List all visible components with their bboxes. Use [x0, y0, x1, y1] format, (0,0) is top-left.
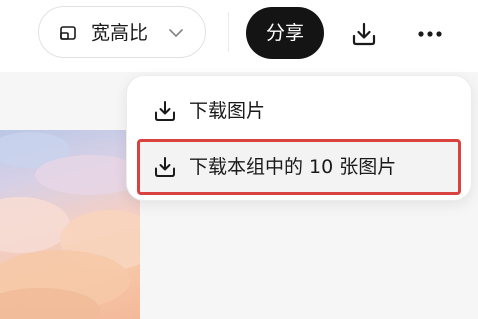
menu-item-download-image[interactable]: 下载图片 [137, 86, 461, 136]
page: 宽高比 分享 下载图片 下载本组中的 10 张图片 [0, 0, 478, 319]
aspect-ratio-label: 宽高比 [91, 22, 149, 44]
share-button[interactable]: 分享 [246, 7, 324, 59]
aspect-ratio-icon [60, 26, 76, 40]
image-thumbnail[interactable] [0, 130, 140, 319]
download-menu: 下载图片 下载本组中的 10 张图片 [126, 75, 472, 201]
menu-item-label: 下载本组中的 10 张图片 [189, 156, 397, 178]
menu-item-label: 下载图片 [189, 100, 266, 122]
menu-item-download-all-images[interactable]: 下载本组中的 10 张图片 [137, 139, 461, 195]
toolbar: 宽高比 分享 [0, 0, 478, 72]
chevron-down-icon [169, 29, 183, 37]
toolbar-divider [228, 12, 229, 52]
sky-clouds-image [0, 132, 140, 319]
download-icon [155, 101, 175, 121]
download-icon[interactable] [350, 20, 378, 48]
aspect-ratio-button[interactable]: 宽高比 [38, 6, 206, 58]
more-icon[interactable] [416, 24, 444, 44]
download-icon [155, 157, 175, 177]
